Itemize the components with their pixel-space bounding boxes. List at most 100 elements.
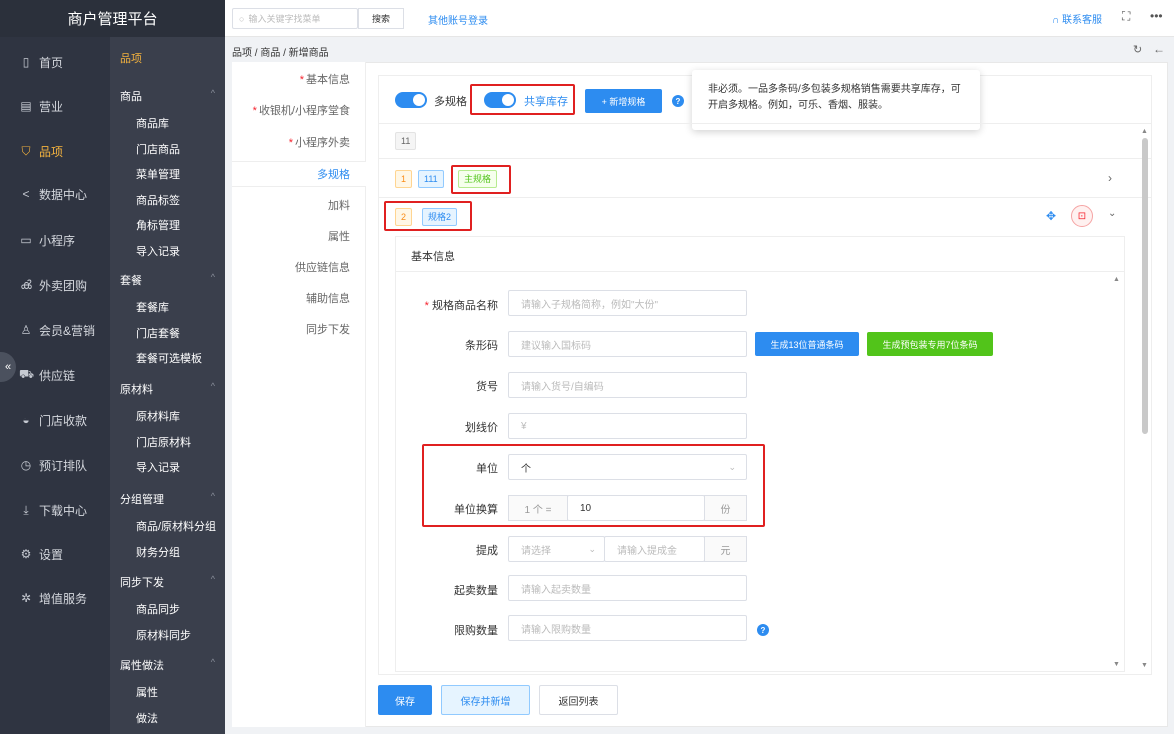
spec-name-tag[interactable]: 111 xyxy=(418,170,444,188)
required-mark: * xyxy=(288,137,293,149)
nav-subitem[interactable]: 商品库 xyxy=(136,115,169,131)
nav-item[interactable]: ൿ 外卖团购 xyxy=(0,274,110,296)
list-price-input[interactable]: ¥ xyxy=(508,413,747,439)
nav-subitem[interactable]: 套餐可选模板 xyxy=(136,350,202,366)
search-button[interactable]: 搜索 xyxy=(358,8,404,29)
min-qty-input[interactable]: 请输入起卖数量 xyxy=(508,575,747,601)
sku-input[interactable]: 请输入货号/自编码 xyxy=(508,372,747,398)
nav-subitem[interactable]: 导入记录 xyxy=(136,459,180,475)
nav-item[interactable]: ▤ 营业 xyxy=(0,95,110,117)
nav-item[interactable]: ⛉ 品项 xyxy=(0,140,110,162)
outer-scrollbar[interactable] xyxy=(1142,138,1148,434)
contact-support-link[interactable]: ∩ 联系客服 xyxy=(1052,11,1102,26)
nav-subitem[interactable]: 做法 xyxy=(136,710,158,726)
nav-subitem[interactable]: 门店原材料 xyxy=(136,434,191,450)
refresh-icon[interactable]: ↻ xyxy=(1133,43,1142,56)
section-nav-item[interactable]: * 收银机/小程序堂食 xyxy=(232,98,366,124)
multi-spec-toggle[interactable] xyxy=(395,92,427,108)
headset-icon: ∩ xyxy=(1052,15,1060,26)
add-spec-button[interactable]: + 新增规格 xyxy=(585,89,662,113)
nav-subitem[interactable]: 财务分组 xyxy=(136,544,180,560)
nav-group[interactable]: 属性做法 ^ xyxy=(120,657,215,673)
nav-subitem[interactable]: 商品/原材料分组 xyxy=(136,518,216,534)
nav-item[interactable]: < 数据中心 xyxy=(0,183,110,205)
section-nav-label: 基本信息 xyxy=(306,74,350,86)
delete-icon[interactable]: ⊡ xyxy=(1071,205,1093,227)
scroll-down-icon[interactable]: ▼ xyxy=(1113,661,1120,668)
more-icon[interactable]: ••• xyxy=(1150,9,1163,23)
nav-item[interactable]: ▯ 首页 xyxy=(0,51,110,73)
section-nav-item[interactable]: 辅助信息 xyxy=(232,286,366,312)
nav-group-label: 分组管理 xyxy=(120,494,164,506)
section-nav-label: 同步下发 xyxy=(306,324,350,336)
nav-item[interactable]: ♙ 会员&营销 xyxy=(0,319,110,341)
secondary-sidebar xyxy=(110,0,225,734)
nav-item[interactable]: ◷ 预订排队 xyxy=(0,454,110,476)
divider xyxy=(379,197,1151,198)
help-icon[interactable]: ? xyxy=(672,95,684,107)
nav-item[interactable]: ⤓ 下载中心 xyxy=(0,499,110,521)
nav-group[interactable]: 套餐 ^ xyxy=(120,272,215,288)
barcode-input[interactable]: 建议输入国标码 xyxy=(508,331,747,357)
nav-item[interactable]: ⛟ 供应链 xyxy=(0,364,110,386)
section-nav-item[interactable]: 供应链信息 xyxy=(232,255,366,281)
chevron-right-icon[interactable]: › xyxy=(1108,171,1112,185)
scroll-down-icon[interactable]: ▼ xyxy=(1141,662,1148,669)
nav-subitem[interactable]: 商品标签 xyxy=(136,192,180,208)
truck-icon: ⛟ xyxy=(19,367,35,381)
section-nav-item[interactable]: * 基本信息 xyxy=(232,67,366,93)
nav-item[interactable]: ⚙ 设置 xyxy=(0,543,110,565)
nav-item[interactable]: ✲ 增值服务 xyxy=(0,587,110,609)
nav-subitem[interactable]: 属性 xyxy=(136,684,158,700)
save-and-new-button[interactable]: 保存并新增 xyxy=(441,685,530,715)
section-nav-label: 多规格 xyxy=(317,169,350,181)
nav-subitem[interactable]: 菜单管理 xyxy=(136,166,180,182)
nav-subitem[interactable]: 套餐库 xyxy=(136,299,169,315)
back-arrow-icon[interactable]: ← xyxy=(1153,42,1165,56)
drag-move-icon[interactable]: ✥ xyxy=(1046,209,1056,223)
menu-search-input[interactable]: ○ 输入关键字找菜单 xyxy=(232,8,358,29)
conversion-input[interactable]: 10 xyxy=(567,495,705,521)
other-account-login-link[interactable]: 其他账号登录 xyxy=(428,12,488,27)
commission-select[interactable]: 请选择 ⌄ xyxy=(508,536,605,562)
section-nav-item[interactable]: * 小程序外卖 xyxy=(232,130,366,156)
back-to-list-button[interactable]: 返回列表 xyxy=(539,685,618,715)
spec-form-card xyxy=(395,236,1125,672)
help-icon[interactable]: ? xyxy=(757,624,769,636)
shared-stock-toggle[interactable] xyxy=(484,92,516,108)
scroll-up-icon[interactable]: ▲ xyxy=(1141,128,1148,135)
calendar-icon: ▤ xyxy=(20,99,32,113)
spec-name-tag[interactable]: 规格2 xyxy=(422,208,458,226)
chevron-down-icon[interactable]: ⌄ xyxy=(1108,208,1116,219)
nav-subitem[interactable]: 原材料库 xyxy=(136,408,180,424)
commission-input[interactable]: 请输入提成金 xyxy=(604,536,705,562)
section-nav-item[interactable]: 同步下发 xyxy=(232,317,366,343)
unit-select[interactable]: 个 ⌄ xyxy=(508,454,747,480)
nav-group[interactable]: 分组管理 ^ xyxy=(120,491,215,507)
fullscreen-icon[interactable]: ⛶ xyxy=(1122,9,1130,24)
gen-7-barcode-button[interactable]: 生成预包装专用7位条码 xyxy=(867,332,993,356)
save-button[interactable]: 保存 xyxy=(378,685,432,715)
section-nav-item[interactable]: 属性 xyxy=(232,224,366,250)
nav-group[interactable]: 同步下发 ^ xyxy=(120,574,215,590)
section-nav-item[interactable]: 加料 xyxy=(232,193,366,219)
nav-item[interactable]: ▭ 小程序 xyxy=(0,229,110,251)
nav-subitem[interactable]: 角标管理 xyxy=(136,217,180,233)
scroll-up-icon[interactable]: ▲ xyxy=(1113,276,1120,283)
gen-13-barcode-button[interactable]: 生成13位普通条码 xyxy=(755,332,859,356)
download-icon: ⤓ xyxy=(23,502,29,517)
tablet-icon: ▯ xyxy=(22,55,30,69)
section-nav-item[interactable]: 多规格 xyxy=(232,161,366,187)
nav-subitem[interactable]: 导入记录 xyxy=(136,243,180,259)
nav-subitem[interactable]: 原材料同步 xyxy=(136,627,191,643)
spec-name-input[interactable]: 请输入子规格简称，例如"大份" xyxy=(508,290,747,316)
nav-subitem[interactable]: 商品同步 xyxy=(136,601,180,617)
nav-item[interactable]: ◒ 门店收款 xyxy=(0,409,110,431)
breadcrumb: 品项 / 商品 / 新增商品 xyxy=(232,48,329,59)
nav-subitem[interactable]: 门店套餐 xyxy=(136,325,180,341)
nav-subitem[interactable]: 门店商品 xyxy=(136,141,180,157)
nav-item-label: 预订排队 xyxy=(39,458,88,473)
limit-qty-input[interactable]: 请输入限购数量 xyxy=(508,615,747,641)
nav-group[interactable]: 商品 ^ xyxy=(120,88,215,104)
nav-group[interactable]: 原材料 ^ xyxy=(120,381,215,397)
